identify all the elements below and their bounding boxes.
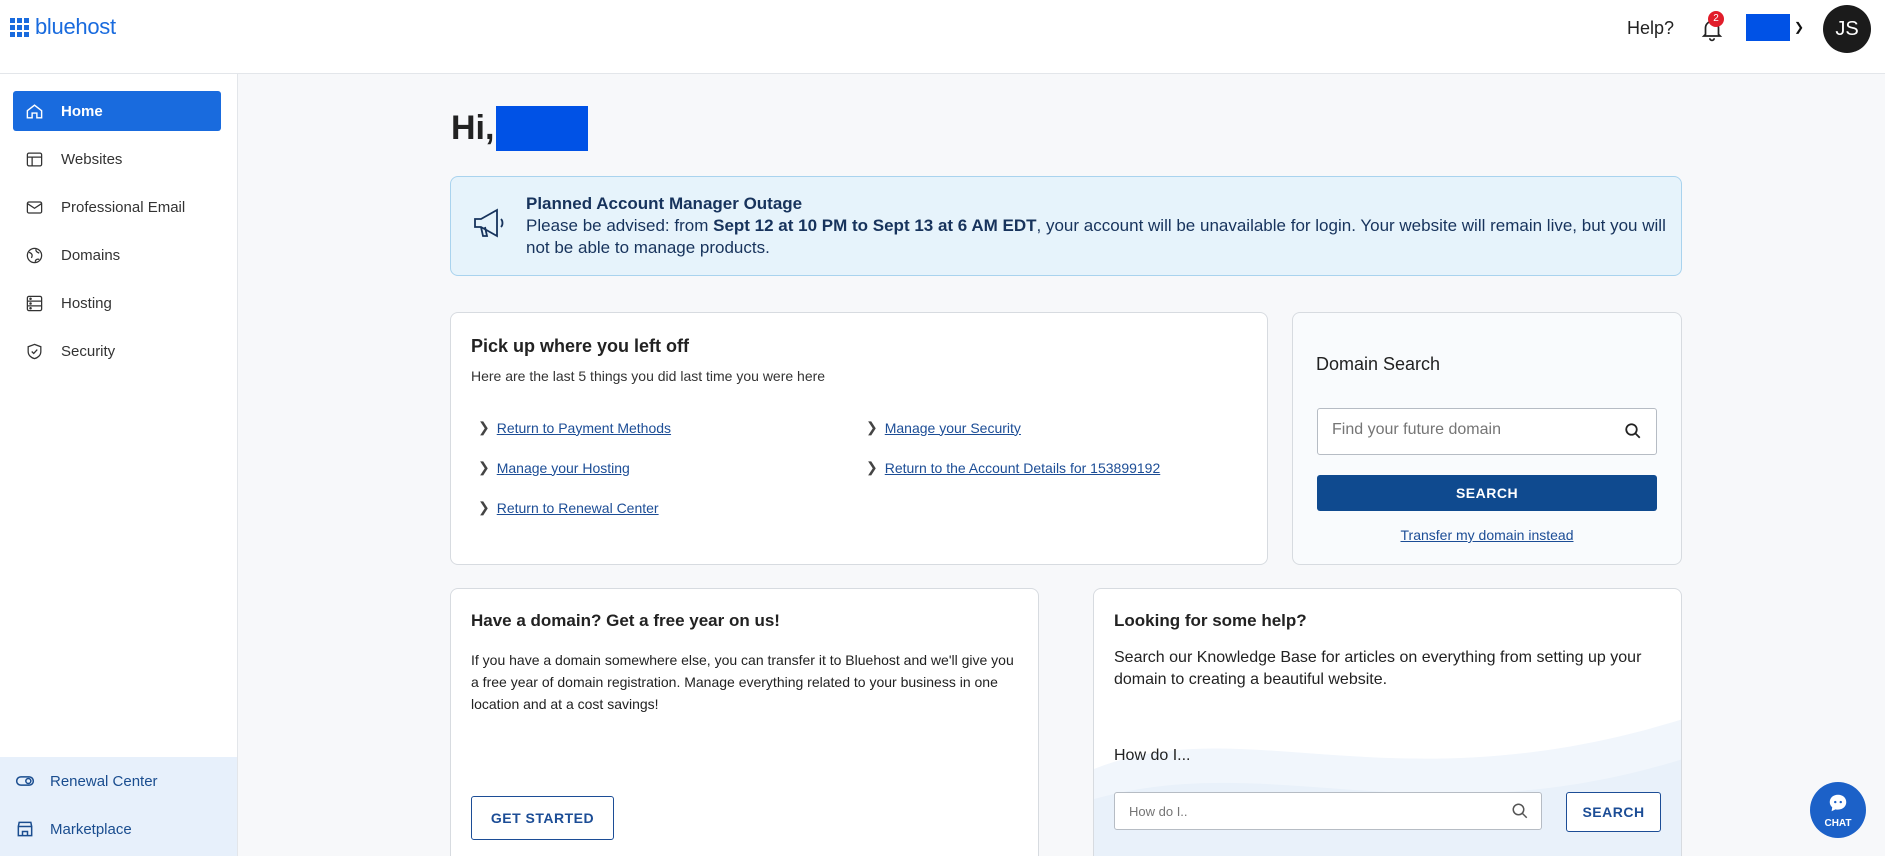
get-started-button[interactable]: GET STARTED <box>471 796 614 840</box>
sidebar-item-label: Security <box>61 342 116 360</box>
chevron-down-icon[interactable]: ❯ <box>1794 20 1804 34</box>
store-icon <box>17 821 33 837</box>
outage-banner: Planned Account Manager Outage Please be… <box>450 176 1682 276</box>
chat-button[interactable]: CHAT <box>1810 782 1866 838</box>
recent-link-text[interactable]: Return to Payment Methods <box>497 420 671 436</box>
recent-link[interactable]: ❯ Manage your Security <box>866 419 1021 436</box>
redacted-name <box>496 106 589 151</box>
recent-link-text[interactable]: Return to the Account Details for 153899… <box>885 460 1161 476</box>
sidebar-item-label: Domains <box>61 246 121 264</box>
knowledge-base-search-input[interactable] <box>1129 804 1479 819</box>
recent-activity-title: Pick up where you left off <box>471 336 690 356</box>
chevron-right-icon: ❯ <box>478 499 490 515</box>
sidebar: Home Websites Professional Email Domains… <box>0 74 238 856</box>
banner-text: Please be advised: from Sept 12 at 10 PM… <box>526 215 1666 259</box>
banner-text-start: Please be advised: from <box>526 216 714 235</box>
domain-search-title: Domain Search <box>1316 354 1441 374</box>
domain-search-input[interactable] <box>1332 421 1612 439</box>
search-icon[interactable] <box>1511 802 1529 820</box>
logo-text: bluehost <box>35 14 116 39</box>
sidebar-item-domains[interactable]: Domains <box>13 235 221 275</box>
how-do-i-label: How do I... <box>1114 747 1191 764</box>
domain-search-field[interactable] <box>1317 408 1657 455</box>
recent-link[interactable]: ❯ Return to the Account Details for 15389… <box>866 459 1160 476</box>
sidebar-item-label: Websites <box>61 150 123 168</box>
chat-bubble-icon <box>1829 794 1847 812</box>
sidebar-item-renewal-center[interactable]: Renewal Center <box>15 771 158 791</box>
toggle-icon <box>15 776 35 786</box>
free-year-text: If you have a domain somewhere else, you… <box>471 652 1014 712</box>
help-title: Looking for some help? <box>1114 611 1307 630</box>
recent-link[interactable]: ❯ Return to Payment Methods <box>478 419 671 436</box>
account-switcher[interactable] <box>1746 14 1790 41</box>
bluehost-logo[interactable]: bluehost <box>10 14 116 40</box>
knowledge-base-search-field[interactable] <box>1114 792 1542 830</box>
help-link[interactable]: Help? <box>1627 18 1674 39</box>
chevron-right-icon: ❯ <box>478 459 490 475</box>
avatar[interactable]: JS <box>1823 5 1871 53</box>
top-header: bluehost Help? 2 ❯ JS <box>0 0 1885 74</box>
sidebar-item-hosting[interactable]: Hosting <box>13 283 221 323</box>
sidebar-item-home[interactable]: Home <box>13 91 221 131</box>
sidebar-item-email[interactable]: Professional Email <box>13 187 221 227</box>
sidebar-item-websites[interactable]: Websites <box>13 139 221 179</box>
sidebar-item-label: Marketplace <box>50 820 132 838</box>
recent-activity-subtitle: Here are the last 5 things you did last … <box>471 368 826 384</box>
recent-link-text[interactable]: Return to Renewal Center <box>497 500 659 516</box>
app-grid-icon <box>10 17 29 37</box>
home-icon <box>26 103 43 119</box>
help-text: Search our Knowledge Base for articles o… <box>1114 649 1642 688</box>
knowledge-base-search-button[interactable]: SEARCH <box>1566 792 1661 832</box>
search-icon[interactable] <box>1624 422 1642 440</box>
page-title: Hi, <box>451 106 589 151</box>
chevron-right-icon: ❯ <box>478 419 490 435</box>
server-icon <box>26 295 43 311</box>
chevron-right-icon: ❯ <box>866 419 878 435</box>
sidebar-item-marketplace[interactable]: Marketplace <box>15 819 132 839</box>
free-year-title: Have a domain? Get a free year on us! <box>471 611 780 630</box>
sidebar-bottom: Renewal Center Marketplace <box>0 757 237 856</box>
recent-link-text[interactable]: Manage your Security <box>885 420 1021 436</box>
megaphone-icon <box>474 208 504 238</box>
sidebar-item-label: Professional Email <box>61 198 186 216</box>
notification-badge: 2 <box>1708 11 1724 27</box>
recent-link[interactable]: ❯ Manage your Hosting <box>478 459 630 476</box>
chat-label: CHAT <box>1824 818 1852 829</box>
banner-title: Planned Account Manager Outage <box>526 194 803 213</box>
greeting-text: Hi, <box>451 109 495 147</box>
recent-link-text[interactable]: Manage your Hosting <box>497 460 630 476</box>
shield-icon <box>27 343 42 359</box>
websites-icon <box>26 152 43 166</box>
chevron-right-icon: ❯ <box>866 459 878 475</box>
sidebar-item-label: Renewal Center <box>50 772 158 790</box>
sidebar-item-security[interactable]: Security <box>13 331 221 371</box>
domain-search-button[interactable]: SEARCH <box>1317 475 1657 511</box>
sidebar-item-label: Hosting <box>61 294 112 312</box>
banner-text-dates: Sept 12 at 10 PM to Sept 13 at 6 AM EDT <box>713 216 1037 235</box>
globe-icon <box>26 247 43 263</box>
recent-link[interactable]: ❯ Return to Renewal Center <box>478 499 659 516</box>
email-icon <box>26 200 43 214</box>
transfer-domain-link[interactable]: Transfer my domain instead <box>1317 527 1657 543</box>
sidebar-item-label: Home <box>61 102 103 120</box>
